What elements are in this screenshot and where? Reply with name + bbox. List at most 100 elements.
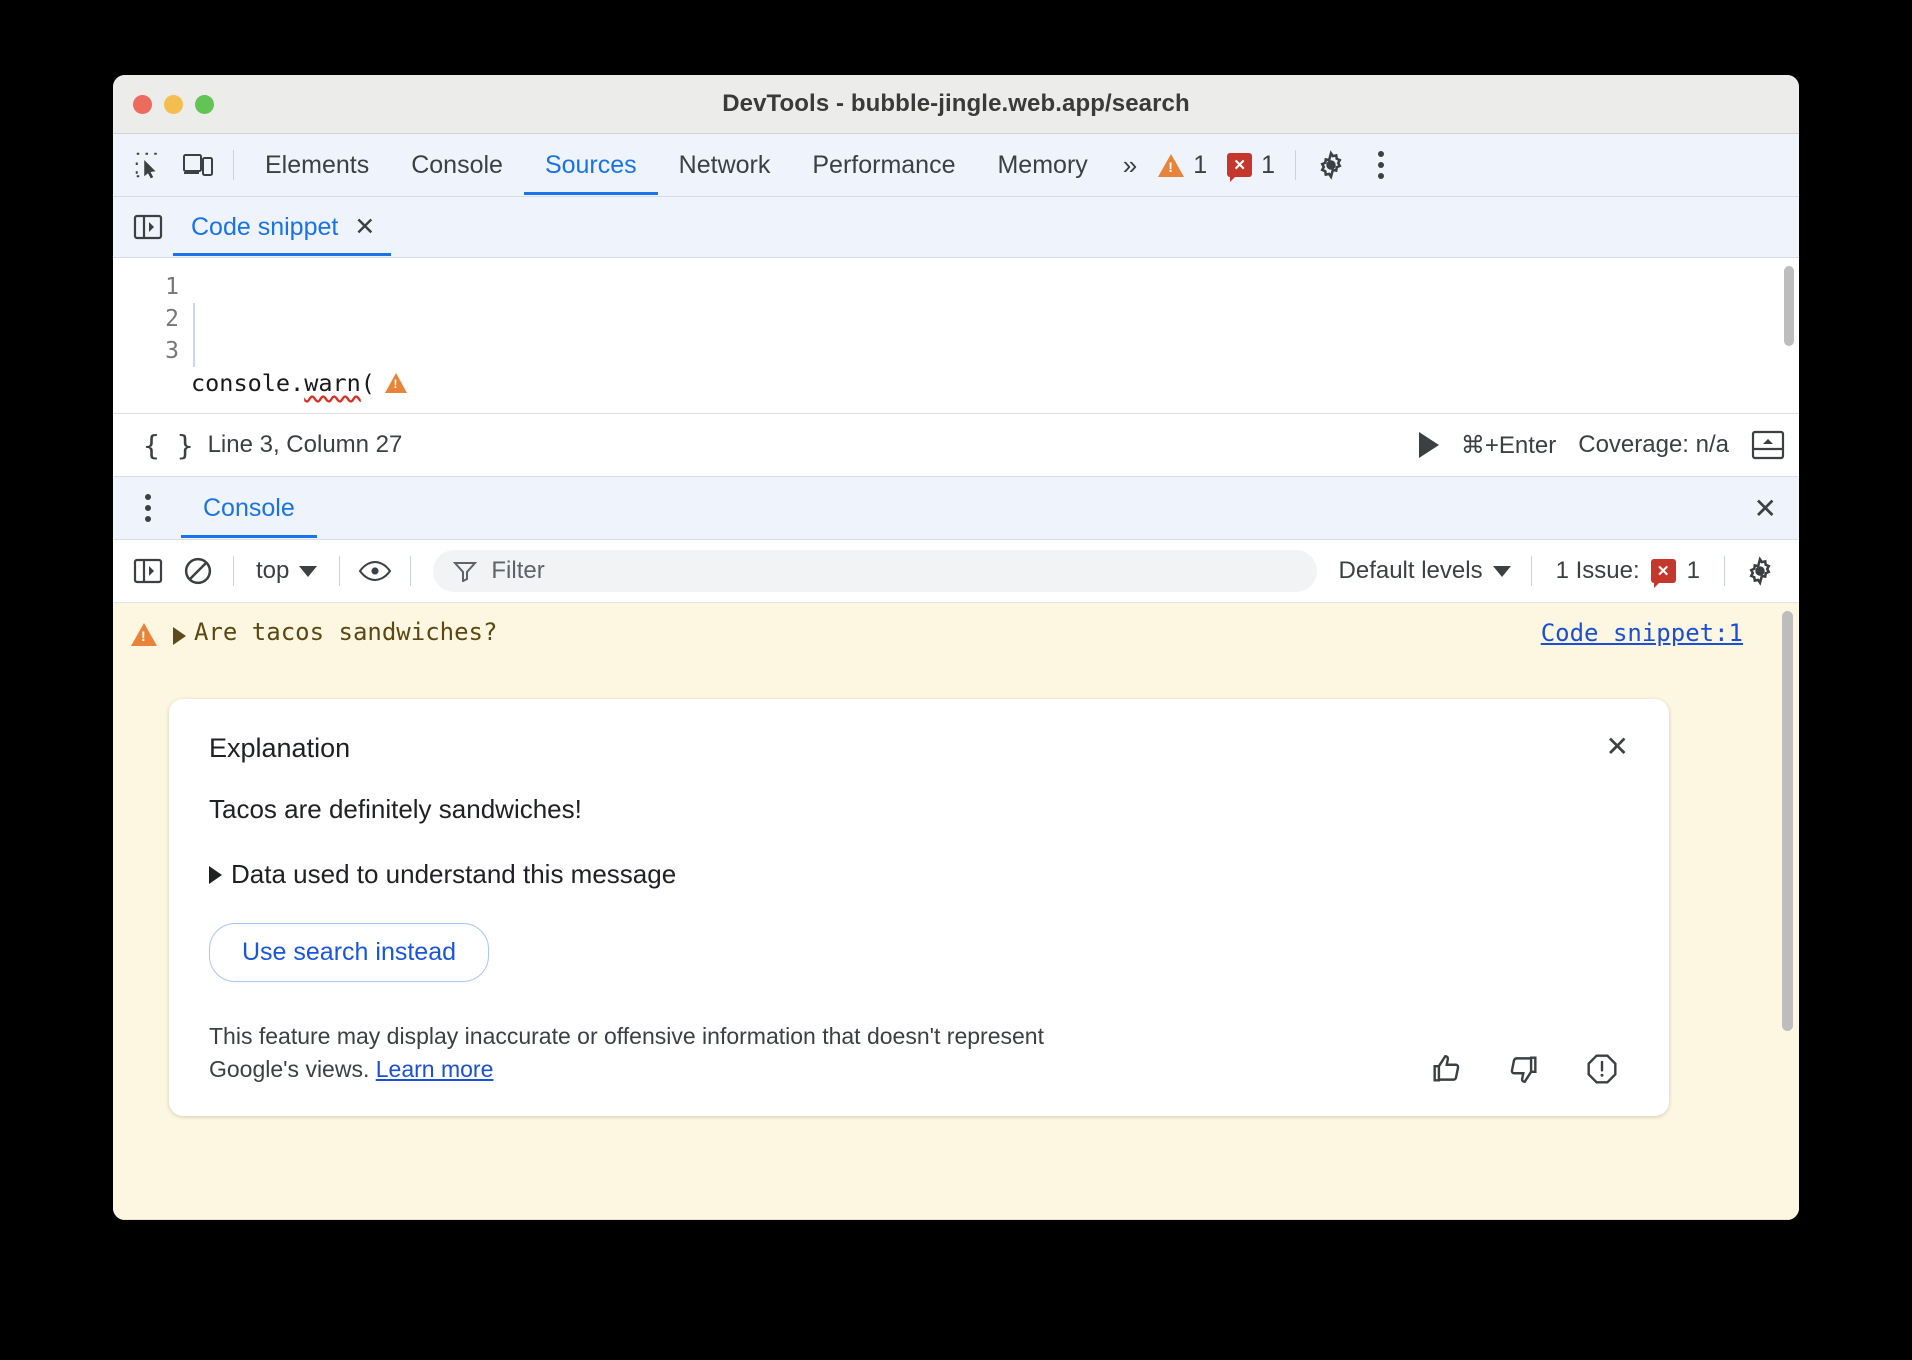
tab-sources[interactable]: Sources <box>524 135 658 195</box>
tab-memory[interactable]: Memory <box>976 135 1108 195</box>
devtools-menu-icon[interactable] <box>1356 142 1406 188</box>
explanation-card-footer: This feature may display inaccurate or o… <box>209 1020 1629 1086</box>
drawer-tabbar: Console ✕ <box>113 477 1799 540</box>
indent-guide <box>193 303 195 367</box>
disclaimer-text: This feature may display inaccurate or o… <box>209 1023 1044 1082</box>
close-drawer-icon[interactable]: ✕ <box>1754 492 1783 525</box>
console-warning-message[interactable]: Are tacos sandwiches? Code snippet:1 <box>113 603 1799 657</box>
tab-elements[interactable]: Elements <box>244 135 390 195</box>
warning-badge[interactable]: 1 <box>1148 151 1217 180</box>
console-message-list: Are tacos sandwiches? Code snippet:1 Exp… <box>113 603 1799 1220</box>
console-sidebar-icon[interactable] <box>123 548 173 594</box>
line-number: 2 <box>113 303 179 335</box>
learn-more-link[interactable]: Learn more <box>376 1056 494 1082</box>
drawer-tab-console[interactable]: Console <box>181 478 317 538</box>
editor-statusbar: { } Line 3, Column 27 ⌘+Enter Coverage: … <box>113 414 1799 477</box>
console-divider-2 <box>339 556 340 586</box>
minimize-window-button[interactable] <box>164 95 183 114</box>
close-window-button[interactable] <box>133 95 152 114</box>
window-title: DevTools - bubble-jingle.web.app/search <box>113 90 1799 118</box>
tab-network[interactable]: Network <box>658 135 792 195</box>
explanation-title: Explanation <box>209 733 350 764</box>
pretty-print-icon[interactable]: { } <box>129 429 208 462</box>
warning-count: 1 <box>1193 151 1207 180</box>
data-used-label: Data used to understand this message <box>231 859 676 890</box>
thumb-up-icon[interactable] <box>1429 1052 1463 1086</box>
gear-icon[interactable] <box>1306 142 1356 188</box>
toggle-drawer-icon[interactable] <box>1751 429 1785 461</box>
console-divider-1 <box>233 556 234 586</box>
explanation-card: Explanation ✕ Tacos are definitely sandw… <box>169 699 1669 1116</box>
show-navigator-icon[interactable] <box>123 204 173 250</box>
inline-warning-icon[interactable] <box>385 373 407 393</box>
error-badge[interactable]: ✕ 1 <box>1217 151 1285 180</box>
code-suffix: ( <box>361 369 375 397</box>
data-used-disclosure[interactable]: Data used to understand this message <box>209 859 1629 890</box>
run-snippet-icon[interactable] <box>1419 432 1439 458</box>
traffic-lights <box>133 95 214 114</box>
expand-message-icon[interactable] <box>173 627 186 645</box>
code-prefix: console. <box>191 369 304 397</box>
report-icon[interactable] <box>1585 1052 1619 1086</box>
device-toolbar-icon[interactable] <box>173 142 223 188</box>
coverage-label: Coverage: n/a <box>1578 431 1729 459</box>
editor-scrollbar[interactable] <box>1784 266 1794 346</box>
statusbar-right: ⌘+Enter Coverage: n/a <box>1419 429 1785 461</box>
log-levels-label: Default levels <box>1339 557 1483 585</box>
console-toolbar: top Filter Default levels <box>113 540 1799 603</box>
more-tabs-icon[interactable]: » <box>1109 150 1148 181</box>
use-search-instead-button[interactable]: Use search instead <box>209 923 489 982</box>
toolbar-divider <box>233 150 234 180</box>
line-number: 1 <box>113 271 179 303</box>
console-scrollbar[interactable] <box>1782 611 1793 1031</box>
feedback-icons <box>1429 1052 1629 1086</box>
zoom-window-button[interactable] <box>195 95 214 114</box>
window-titlebar: DevTools - bubble-jingle.web.app/search <box>113 75 1799 134</box>
editor-gutter: 1 2 3 <box>113 258 191 413</box>
clear-console-icon[interactable] <box>173 548 223 594</box>
error-icon: ✕ <box>1227 153 1252 177</box>
chevron-down-icon-levels <box>1493 566 1511 577</box>
toolbar-divider-2 <box>1295 150 1296 180</box>
issues-label: 1 Issue: <box>1556 557 1640 585</box>
file-tab-label: Code snippet <box>191 213 338 242</box>
execution-context-label: top <box>256 557 289 585</box>
filter-input[interactable]: Filter <box>433 550 1316 592</box>
inspect-element-icon[interactable] <box>123 142 173 188</box>
log-levels-selector[interactable]: Default levels <box>1329 557 1521 585</box>
code-line-1: console.warn( <box>191 367 1799 399</box>
console-divider-3 <box>410 556 411 586</box>
console-divider-4 <box>1531 556 1532 586</box>
sources-file-tabstrip: Code snippet ✕ <box>113 197 1799 258</box>
filter-icon <box>453 560 477 582</box>
tab-performance[interactable]: Performance <box>791 135 976 195</box>
explanation-disclaimer: This feature may display inaccurate or o… <box>209 1020 1089 1086</box>
run-shortcut-label: ⌘+Enter <box>1461 431 1556 460</box>
console-source-link[interactable]: Code snippet:1 <box>1541 619 1743 647</box>
file-tab-code-snippet[interactable]: Code snippet ✕ <box>173 198 391 256</box>
execution-context-selector[interactable]: top <box>244 557 329 585</box>
explanation-card-header: Explanation ✕ <box>209 733 1629 764</box>
warning-triangle-icon <box>1158 154 1184 177</box>
disclosure-triangle-icon <box>209 866 222 884</box>
thumb-down-icon[interactable] <box>1507 1052 1541 1086</box>
editor-code-area[interactable]: console.warn( "Are tacos sandwiches? %c … <box>191 258 1799 413</box>
screen: DevTools - bubble-jingle.web.app/search … <box>0 0 1912 1360</box>
issues-error-icon: ✕ <box>1651 559 1676 583</box>
tab-console[interactable]: Console <box>390 135 524 195</box>
code-editor[interactable]: 1 2 3 console.warn( "Are tacos sandwiche… <box>113 258 1799 414</box>
console-settings-gear-icon[interactable] <box>1735 548 1785 594</box>
cursor-position: Line 3, Column 27 <box>208 431 403 459</box>
close-icon[interactable]: ✕ <box>354 215 375 240</box>
live-expression-icon[interactable] <box>350 548 400 594</box>
drawer-menu-icon[interactable] <box>123 485 173 531</box>
statusbar-left: { } Line 3, Column 27 <box>129 429 402 462</box>
code-warn-token: warn <box>304 369 361 397</box>
devtools-window: DevTools - bubble-jingle.web.app/search … <box>113 75 1799 1220</box>
issues-counter[interactable]: 1 Issue: ✕ 1 <box>1542 557 1714 585</box>
console-message-text: Are tacos sandwiches? <box>194 617 497 647</box>
chevron-down-icon <box>299 566 317 577</box>
close-explanation-icon[interactable]: ✕ <box>1606 733 1629 761</box>
error-count: 1 <box>1261 151 1275 180</box>
filter-placeholder: Filter <box>491 557 544 585</box>
